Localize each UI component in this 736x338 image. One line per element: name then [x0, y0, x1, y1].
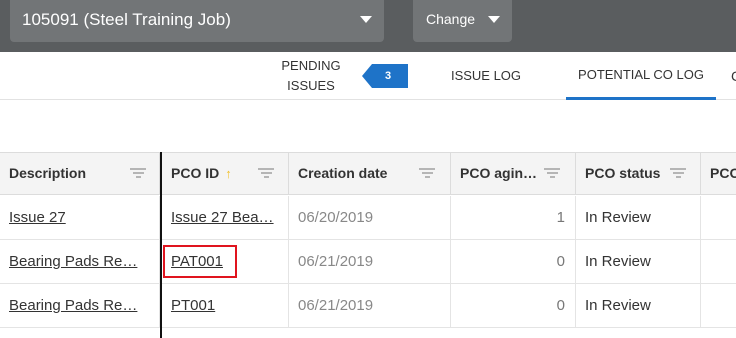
column-header-pco-extra[interactable]: PCO: [701, 153, 736, 195]
filter-icon[interactable]: [544, 168, 560, 180]
table-row[interactable]: Issue 27 Issue 27 Bea… 06/20/2019 1 In R…: [0, 196, 736, 240]
filter-icon[interactable]: [670, 168, 686, 180]
filter-icon[interactable]: [130, 168, 146, 180]
description-cell[interactable]: Bearing Pads Re…: [0, 284, 160, 328]
pco-aging-cell: 1: [451, 196, 576, 240]
description-cell[interactable]: Issue 27: [0, 196, 160, 240]
filter-icon[interactable]: [419, 168, 435, 180]
table-header: Description PCO ID ↑ Creation date PCO ag…: [0, 152, 736, 195]
column-header-pco-id[interactable]: PCO ID ↑: [162, 153, 289, 195]
filter-icon[interactable]: [258, 168, 274, 180]
column-header-label: Creation date: [298, 165, 388, 181]
tab-overflow[interactable]: C: [726, 52, 736, 100]
pco-status-cell: In Review: [576, 196, 701, 240]
tab-issue-log-label: ISSUE LOG: [450, 68, 522, 83]
column-header-pco-aging[interactable]: PCO agin…: [451, 153, 576, 195]
pco-id-link[interactable]: PT001: [171, 297, 215, 314]
top-bar: 105091 (Steel Training Job) Change: [0, 0, 736, 52]
column-header-description[interactable]: Description: [0, 153, 160, 195]
pco-id-cell[interactable]: Issue 27 Bea…: [162, 196, 289, 240]
caret-down-icon: [488, 16, 500, 23]
pco-status-cell: In Review: [576, 284, 701, 328]
creation-date-cell: 06/20/2019: [289, 196, 451, 240]
tab-potential-co-log-label: POTENTIAL CO LOG: [578, 66, 704, 82]
change-dropdown-button[interactable]: Change: [413, 0, 512, 42]
description-link[interactable]: Bearing Pads Re…: [9, 253, 137, 270]
description-link[interactable]: Issue 27: [9, 209, 66, 226]
pco-status-cell: In Review: [576, 240, 701, 284]
caret-down-icon: [360, 16, 372, 23]
pco-extra-cell: [701, 196, 736, 240]
job-selector-label: 105091 (Steel Training Job): [22, 10, 231, 29]
tab-issue-log[interactable]: ISSUE LOG: [440, 52, 532, 100]
tab-potential-co-log[interactable]: POTENTIAL CO LOG: [566, 52, 716, 100]
column-header-pco-status[interactable]: PCO status: [576, 153, 701, 195]
column-header-label: PCO status: [585, 165, 661, 181]
description-cell[interactable]: Bearing Pads Re…: [0, 240, 160, 284]
tab-overflow-label: C: [731, 66, 736, 86]
creation-date-cell: 06/21/2019: [289, 240, 451, 284]
tab-pending-issues-label: PENDING ISSUES: [281, 58, 341, 93]
highlight-box: [163, 245, 237, 278]
table-row[interactable]: Bearing Pads Re… PT001 06/21/2019 0 In R…: [0, 284, 736, 328]
job-selector[interactable]: 105091 (Steel Training Job): [10, 0, 384, 42]
column-header-label: Description: [9, 165, 87, 181]
pco-extra-cell: [701, 284, 736, 328]
table-row[interactable]: Bearing Pads Re… PAT001 06/21/2019 0 In …: [0, 240, 736, 284]
column-header-label: PCO ID: [171, 165, 220, 181]
column-header-label: PCO: [710, 165, 736, 181]
pco-aging-cell: 0: [451, 284, 576, 328]
sort-ascending-icon[interactable]: ↑: [225, 166, 232, 181]
column-header-label: PCO agin…: [460, 165, 538, 181]
pco-id-cell[interactable]: PT001: [162, 284, 289, 328]
creation-date-cell: 06/21/2019: [289, 284, 451, 328]
description-link[interactable]: Bearing Pads Re…: [9, 297, 137, 314]
column-header-creation-date[interactable]: Creation date: [289, 153, 451, 195]
pco-aging-cell: 0: [451, 240, 576, 284]
pco-id-link[interactable]: Issue 27 Bea…: [171, 209, 274, 226]
pco-extra-cell: [701, 240, 736, 284]
change-button-label: Change: [426, 11, 476, 27]
frozen-column-divider: [160, 152, 162, 338]
tab-pending-issues[interactable]: PENDING ISSUES: [272, 52, 350, 100]
